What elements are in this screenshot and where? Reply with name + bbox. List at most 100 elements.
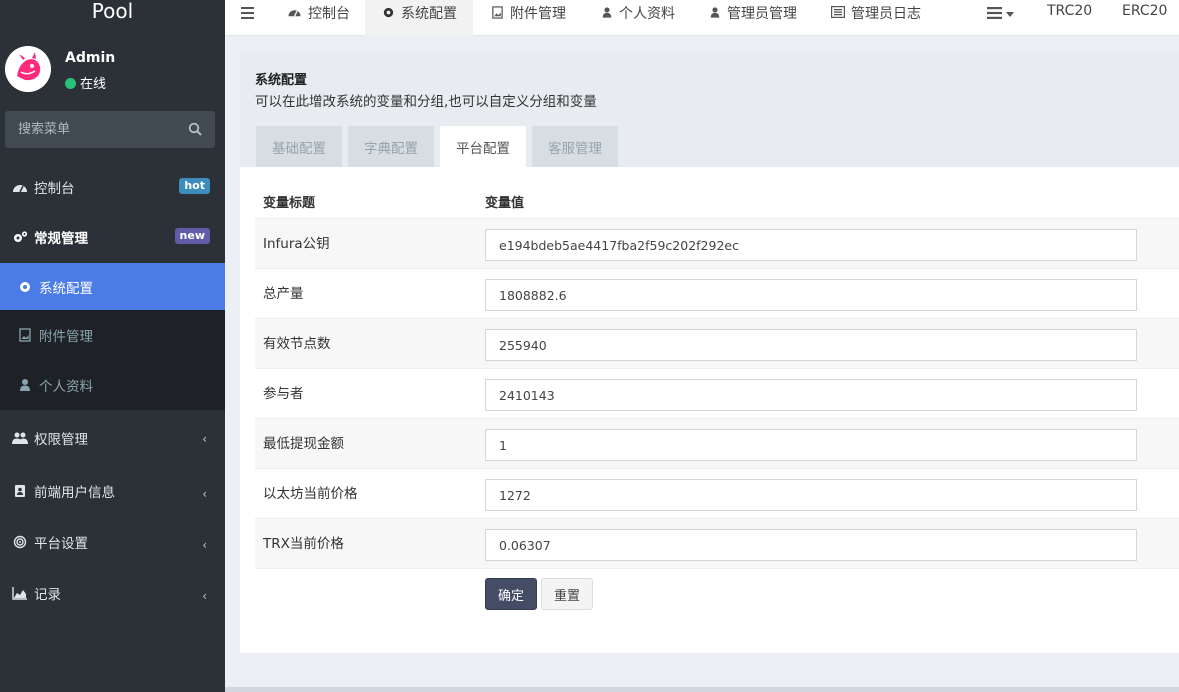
image-file-icon — [19, 328, 31, 342]
nav-tab-profile[interactable]: 个人资料 — [601, 0, 675, 36]
nav-tab-label: 管理员管理 — [727, 6, 797, 22]
content-header: 系统配置 可以在此增改系统的变量和分组,也可以自定义分组和变量 基础配置 字典配… — [240, 51, 1179, 167]
list-alt-icon — [831, 6, 845, 18]
search-input[interactable] — [5, 111, 165, 148]
table-row: 总产量 — [255, 269, 1179, 319]
column-header-value: 变量值 — [485, 196, 525, 211]
users-icon — [12, 432, 28, 444]
avatar — [5, 46, 51, 92]
table-row: 参与者 — [255, 369, 1179, 419]
sidebar-item-frontend-users[interactable]: 前端用户信息 ‹ — [0, 465, 225, 516]
user-name: Admin — [65, 50, 116, 66]
total-output-field[interactable] — [485, 279, 1137, 311]
infura-key-field[interactable] — [485, 229, 1137, 261]
user-icon — [602, 7, 612, 18]
trx-price-field[interactable] — [485, 529, 1137, 561]
general-submenu: 系统配置 附件管理 个人资料 — [0, 263, 225, 410]
nav-link-trc20[interactable]: TRC20 — [1047, 0, 1092, 36]
config-panel: 变量标题 变量值 Infura公钥 总产量 有效节点数 参与者 最低提现金额 以… — [240, 167, 1179, 653]
tab-platform-config[interactable]: 平台配置 — [440, 126, 526, 167]
sidebar-item-system-config[interactable]: 系统配置 — [0, 263, 225, 310]
chevron-left-icon: ‹ — [202, 487, 207, 501]
sidebar-item-dashboard[interactable]: 控制台 hot — [0, 162, 225, 211]
sidebar-item-label: 权限管理 — [34, 431, 88, 448]
sidebar-item-general[interactable]: 常规管理 new — [0, 211, 225, 263]
page-bottom-border — [225, 687, 1179, 692]
nav-tab-label: 管理员日志 — [851, 6, 921, 22]
sidebar-toggle-button[interactable] — [241, 0, 260, 36]
gear-icon — [20, 281, 30, 292]
online-dot-icon — [65, 78, 76, 89]
tab-customer-service[interactable]: 客服管理 — [532, 126, 618, 167]
sidebar-item-platform-settings[interactable]: 平台设置 ‹ — [0, 516, 225, 567]
participants-field[interactable] — [485, 379, 1137, 411]
nav-more-dropdown[interactable] — [987, 0, 1020, 36]
cogs-icon — [14, 231, 28, 242]
new-badge: new — [174, 228, 210, 244]
table-row: 最低提现金额 — [255, 419, 1179, 469]
sidebar-item-label: 记录 — [34, 586, 61, 603]
page-description: 可以在此增改系统的变量和分组,也可以自定义分组和变量 — [255, 94, 597, 110]
sidebar-item-permissions[interactable]: 权限管理 ‹ — [0, 410, 225, 465]
chevron-left-icon: ‹ — [202, 538, 207, 552]
gear-icon — [383, 7, 394, 18]
nav-link-erc20[interactable]: ERC20 — [1122, 0, 1167, 36]
sidebar-menu: 控制台 hot 常规管理 new 系统配置 附件管理 个人资料 权限管理 ‹ 前… — [0, 162, 225, 618]
dashboard-icon — [13, 184, 27, 192]
nav-tab-attachments[interactable]: 附件管理 — [491, 0, 566, 36]
hot-badge: hot — [179, 178, 210, 194]
row-label: 以太坊当前价格 — [263, 486, 358, 502]
app-logo[interactable]: Pool — [0, 0, 225, 36]
sidebar-item-label: 平台设置 — [34, 535, 88, 552]
nav-tab-label: 附件管理 — [510, 6, 566, 22]
page-title: 系统配置 — [255, 73, 308, 88]
nav-tab-system-config[interactable]: 系统配置 — [365, 0, 473, 36]
user-status: 在线 — [65, 73, 106, 92]
table-row: TRX当前价格 — [255, 519, 1179, 569]
bullseye-icon — [13, 535, 27, 548]
nav-tab-label: 控制台 — [308, 6, 350, 22]
min-withdraw-field[interactable] — [485, 429, 1137, 461]
tab-dictionary-config[interactable]: 字典配置 — [348, 126, 434, 167]
table-row: 以太坊当前价格 — [255, 469, 1179, 519]
nav-tab-label: 系统配置 — [401, 6, 457, 22]
valid-nodes-field[interactable] — [485, 329, 1137, 361]
sidebar-item-records[interactable]: 记录 ‹ — [0, 567, 225, 618]
row-label: 参与者 — [263, 386, 304, 402]
user-icon — [710, 7, 720, 18]
nav-tab-admin-log[interactable]: 管理员日志 — [831, 0, 921, 36]
list-icon — [987, 7, 1002, 19]
image-file-icon — [492, 6, 503, 19]
chevron-left-icon: ‹ — [202, 589, 207, 603]
row-label: 最低提现金额 — [263, 436, 344, 452]
area-chart-icon — [12, 586, 27, 600]
row-label: TRX当前价格 — [263, 536, 344, 552]
nav-tab-dashboard[interactable]: 控制台 — [287, 0, 350, 36]
eth-price-field[interactable] — [485, 479, 1137, 511]
row-label: 总产量 — [263, 286, 304, 302]
user-status-label: 在线 — [80, 77, 107, 92]
tab-basic-config[interactable]: 基础配置 — [256, 126, 342, 167]
row-label: Infura公钥 — [263, 236, 330, 252]
address-book-icon — [15, 484, 25, 497]
chevron-left-icon: ‹ — [202, 432, 207, 446]
table-row: Infura公钥 — [255, 219, 1179, 269]
reset-button[interactable]: 重置 — [541, 578, 593, 610]
sidebar-item-label: 附件管理 — [39, 329, 93, 345]
sidebar-item-label: 控制台 — [34, 180, 75, 197]
row-label: 有效节点数 — [263, 336, 331, 352]
table-row: 有效节点数 — [255, 319, 1179, 369]
nav-tab-admin-management[interactable]: 管理员管理 — [709, 0, 797, 36]
hamburger-icon — [241, 7, 254, 19]
sidebar-search — [5, 111, 215, 148]
sidebar-item-profile[interactable]: 个人资料 — [0, 360, 225, 410]
table-header: 变量标题 变量值 — [255, 185, 1179, 219]
search-icon[interactable] — [188, 122, 202, 136]
confirm-button[interactable]: 确定 — [485, 578, 537, 610]
sidebar-item-label: 常规管理 — [34, 231, 88, 247]
column-header-title: 变量标题 — [263, 196, 316, 211]
sidebar-item-attachments[interactable]: 附件管理 — [0, 310, 225, 360]
sidebar-item-label: 系统配置 — [39, 280, 93, 297]
top-navbar: 控制台 系统配置 附件管理 个人资料 管理员管理 管理员日志 TRC20 ERC… — [225, 0, 1179, 36]
sidebar-item-label: 前端用户信息 — [34, 484, 115, 501]
